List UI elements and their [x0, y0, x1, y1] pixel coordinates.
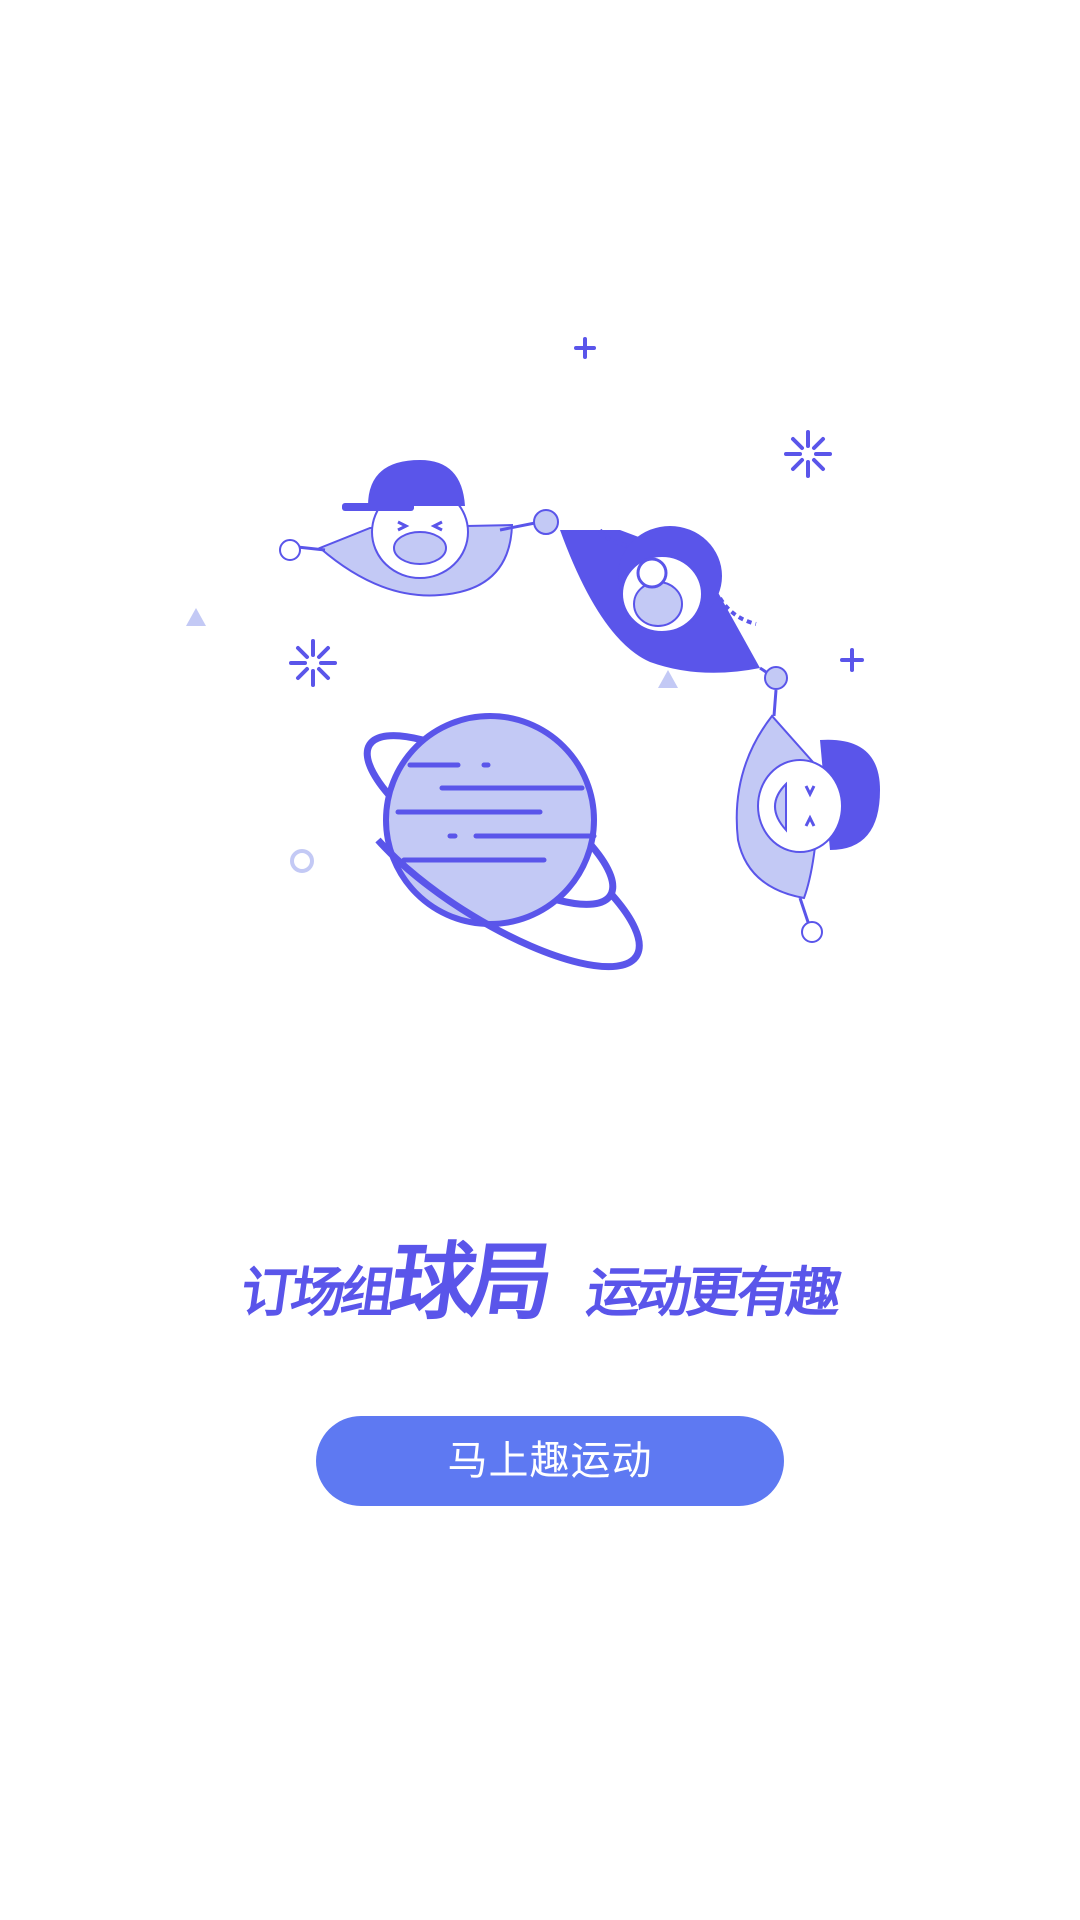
slogan-part-b: 球局: [384, 1232, 555, 1331]
triangle-icon: [186, 608, 206, 626]
planet-icon: [363, 713, 643, 971]
character-cap-boy: [279, 460, 559, 597]
triangle-icon: [658, 670, 678, 688]
sparkle-icon: [289, 639, 337, 687]
plus-icon: [840, 648, 864, 672]
plus-icon: [574, 337, 596, 359]
sparkle-icon: [784, 430, 832, 478]
ring-icon: [290, 849, 314, 873]
slogan-part-c: 运动更有趣: [582, 1260, 842, 1324]
hero-illustration: [186, 337, 880, 971]
character-braid-girl: [560, 526, 788, 690]
splash-screen: 订场组球局 运动更有趣 马上趣运动: [0, 0, 1080, 1920]
slogan-part-a: 订场组: [236, 1260, 396, 1324]
slogan: 订场组球局 运动更有趣: [0, 1215, 1080, 1336]
start-button[interactable]: 马上趣运动: [316, 1416, 784, 1506]
character-hanging-boy: [735, 689, 880, 943]
